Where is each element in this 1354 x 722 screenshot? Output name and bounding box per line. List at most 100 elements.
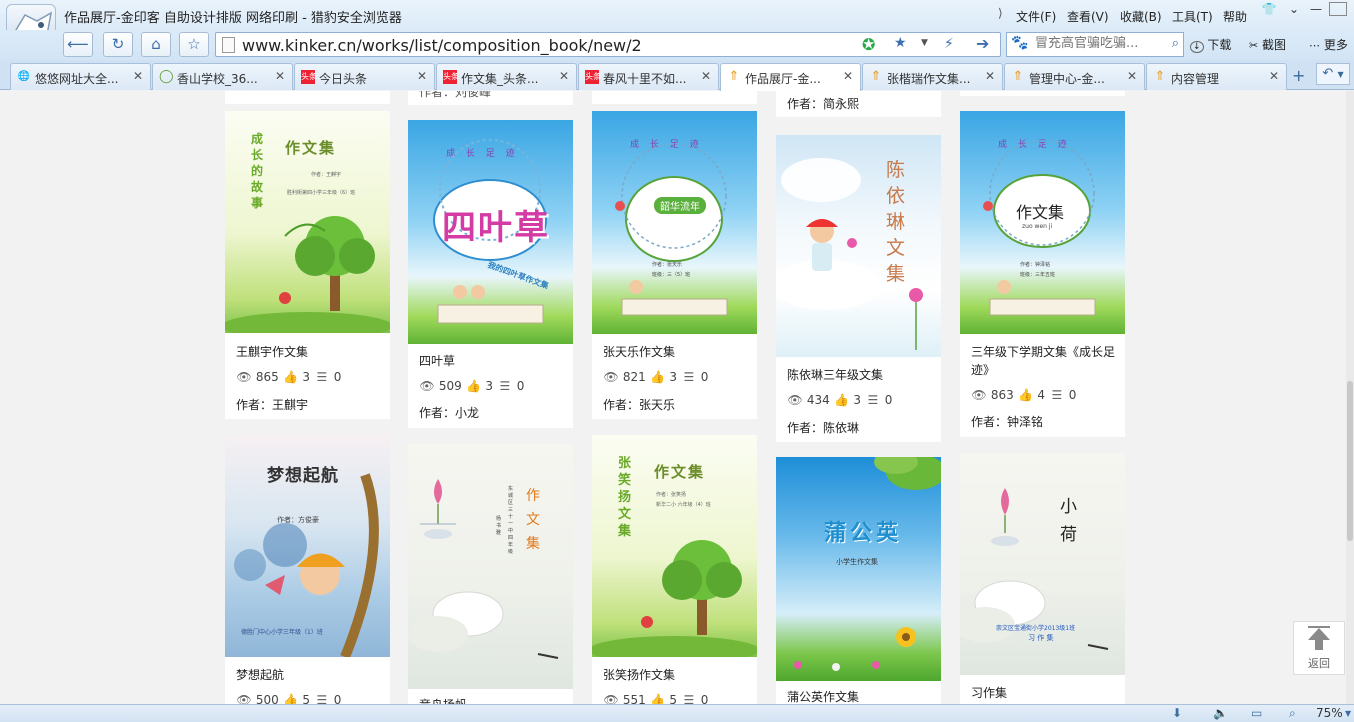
- address-bar[interactable]: www.kinker.cn/works/list/composition_boo…: [215, 32, 1001, 57]
- zoom-dropdown-icon[interactable]: ▼: [1345, 709, 1351, 718]
- work-title[interactable]: 梦想起航: [236, 666, 381, 684]
- new-tab-button[interactable]: +: [1292, 66, 1305, 85]
- close-icon[interactable]: ✕: [843, 69, 853, 83]
- work-title[interactable]: 张天乐作文集: [603, 343, 748, 361]
- dropdown-arrow-icon[interactable]: ▼: [921, 38, 928, 48]
- tab-3[interactable]: 头条 今日头条 ✕: [294, 63, 435, 90]
- scrollbar-thumb[interactable]: [1347, 381, 1353, 541]
- menu-tools[interactable]: 工具(T): [1172, 8, 1213, 25]
- download-button[interactable]: ↓ 下载: [1190, 36, 1231, 53]
- work-title[interactable]: 蒲公英作文集: [787, 688, 932, 704]
- comment-icon[interactable]: ☰: [497, 379, 513, 393]
- work-title[interactable]: 三年级下学期文集《成长足迹》: [971, 343, 1116, 379]
- menu-file[interactable]: 文件(F): [1016, 8, 1056, 25]
- close-icon[interactable]: ✕: [1127, 69, 1137, 83]
- work-card[interactable]: 成 长 足 迹 作文集 zuo wen ji 作者：钟泽铭 班级：三年五班 三年…: [960, 111, 1125, 437]
- menu-favorites[interactable]: 收藏(B): [1120, 8, 1162, 25]
- close-icon[interactable]: ✕: [275, 69, 285, 83]
- work-cover-image[interactable]: 成 长 足 迹 作文集 zuo wen ji 作者：钟泽铭 班级：三年五班: [960, 111, 1125, 334]
- work-card[interactable]: 作文集 张笑扬文集 作者：张笑扬 新华二小 六年级（4）班 张笑扬作文集 👁 5…: [592, 435, 757, 704]
- menu-expand-icon[interactable]: ⟩: [998, 6, 1003, 20]
- tab-6-active[interactable]: ⇑ 作品展厅-金... ✕: [720, 63, 861, 91]
- work-card[interactable]: 小荷 崇文区宝通街小学2013级1班 习 作 集 习作集: [960, 453, 1125, 704]
- work-title[interactable]: 竞舟扬帆: [419, 696, 564, 704]
- undo-close-tab-button[interactable]: ↶ ▼: [1316, 63, 1350, 85]
- volume-icon[interactable]: 🔈: [1213, 706, 1228, 720]
- search-icon[interactable]: ⌕: [1172, 36, 1179, 51]
- tab-1[interactable]: 🌐 悠悠网址大全... ✕: [10, 63, 151, 90]
- close-icon[interactable]: ✕: [417, 69, 427, 83]
- thumbs-up-icon[interactable]: 👍: [834, 393, 850, 407]
- work-cover-image[interactable]: 作文集 张笑扬文集 作者：张笑扬 新华二小 六年级（4）班: [592, 435, 757, 657]
- menu-help[interactable]: 帮助: [1223, 8, 1247, 25]
- go-arrow-icon[interactable]: ➔: [976, 34, 989, 53]
- tab-8[interactable]: ⇑ 管理中心-金... ✕: [1004, 63, 1145, 90]
- thumbs-up-icon[interactable]: 👍: [1018, 388, 1034, 402]
- thumbs-up-icon[interactable]: 👍: [650, 370, 666, 384]
- minimize-icon[interactable]: —: [1305, 1, 1327, 17]
- search-input[interactable]: [1035, 36, 1160, 51]
- comment-icon[interactable]: ☰: [314, 370, 330, 384]
- comment-icon[interactable]: ☰: [314, 693, 330, 704]
- search-box[interactable]: 🐾 ⌕: [1006, 32, 1184, 57]
- work-card[interactable]: 作文集 东城区三十一中四年级 杨书雅 竞舟扬帆: [408, 444, 573, 704]
- work-title[interactable]: 四叶草: [419, 352, 564, 370]
- work-cover-image[interactable]: 梦想起航 作者：方俊豪 德胜门中心小学三年级（1）班: [225, 435, 390, 657]
- back-button[interactable]: ⟵: [63, 32, 93, 57]
- comment-icon[interactable]: ☰: [681, 693, 697, 704]
- work-card[interactable]: 成 长 足 迹 四叶草 我的四叶草作文集 四叶草 👁 509 👍 3 ☰ 0 作…: [408, 120, 573, 428]
- thumbs-up-icon[interactable]: 👍: [283, 370, 299, 384]
- favorite-button[interactable]: ☆: [179, 32, 209, 57]
- zoom-level[interactable]: 75%: [1316, 706, 1343, 720]
- close-icon[interactable]: ✕: [701, 69, 711, 83]
- work-cover-image[interactable]: 小荷 崇文区宝通街小学2013级1班 习 作 集: [960, 453, 1125, 675]
- thumbs-up-icon[interactable]: 👍: [283, 693, 299, 704]
- zoom-icon[interactable]: ⌕: [1289, 706, 1296, 721]
- tab-9[interactable]: ⇑ 内容管理 ✕: [1146, 63, 1287, 90]
- refresh-button[interactable]: ↻: [103, 32, 133, 57]
- work-cover-image[interactable]: 作文集 成长的故事 作者：王麒宇 胜利街第四小学三年级（6）班: [225, 111, 390, 333]
- lightning-icon[interactable]: ⚡: [944, 36, 954, 52]
- work-card[interactable]: 作文集 成长的故事 作者：王麒宇 胜利街第四小学三年级（6）班 王麒宇作文集 👁…: [225, 111, 390, 419]
- skin-icon[interactable]: 👕: [1258, 1, 1280, 17]
- work-card[interactable]: 蒲公英 小学生作文集 蒲公英作文集: [776, 457, 941, 704]
- star-icon[interactable]: ★: [894, 35, 907, 51]
- security-shield-icon[interactable]: ✪: [862, 35, 875, 54]
- download-arrow-icon[interactable]: ⬇: [1172, 706, 1182, 720]
- work-title[interactable]: 陈依琳三年级文集: [787, 366, 932, 384]
- work-title[interactable]: 张笑扬作文集: [603, 666, 748, 684]
- maximize-icon[interactable]: [1329, 2, 1347, 16]
- work-cover-image[interactable]: 成 长 足 迹 四叶草 我的四叶草作文集: [408, 120, 573, 344]
- work-card[interactable]: 成 长 足 迹 韶华流年 作者：张天乐 班级：三（5）班 张天乐作文集 👁 82…: [592, 111, 757, 419]
- menu-view[interactable]: 查看(V): [1067, 8, 1109, 25]
- close-icon[interactable]: ✕: [559, 69, 569, 83]
- work-card[interactable]: 陈依琳文集 陈依琳三年级文集 👁 434 👍 3 ☰ 0 作者：陈依琳: [776, 135, 941, 442]
- work-title[interactable]: 习作集: [971, 684, 1116, 702]
- page-scrollbar[interactable]: [1346, 91, 1354, 704]
- work-card[interactable]: 梦想起航 作者：方俊豪 德胜门中心小学三年级（1）班 梦想起航 👁 500 👍 …: [225, 435, 390, 704]
- search-engine-icon[interactable]: 🐾: [1011, 35, 1028, 51]
- work-cover-image[interactable]: 蒲公英 小学生作文集: [776, 457, 941, 681]
- close-icon[interactable]: ✕: [985, 69, 995, 83]
- comment-icon[interactable]: ☰: [681, 370, 697, 384]
- comment-icon[interactable]: ☰: [865, 393, 881, 407]
- work-cover-image[interactable]: 陈依琳文集: [776, 135, 941, 357]
- tab-7[interactable]: ⇑ 张楷瑞作文集... ✕: [862, 63, 1003, 90]
- more-button[interactable]: ⋯ 更多: [1309, 36, 1348, 53]
- comment-icon[interactable]: ☰: [1049, 388, 1065, 402]
- window-icon[interactable]: ▭: [1251, 706, 1262, 720]
- thumbs-up-icon[interactable]: 👍: [650, 693, 666, 704]
- tab-4[interactable]: 头条 作文集_头条... ✕: [436, 63, 577, 90]
- close-icon[interactable]: ✕: [1269, 69, 1279, 83]
- work-cover-image[interactable]: 作文集 东城区三十一中四年级 杨书雅: [408, 444, 573, 689]
- home-button[interactable]: ⌂: [141, 32, 171, 57]
- thumbs-up-icon[interactable]: 👍: [466, 379, 482, 393]
- back-to-top-button[interactable]: 返回: [1293, 621, 1345, 675]
- close-icon[interactable]: ✕: [133, 69, 143, 83]
- screenshot-button[interactable]: ✂ 截图: [1249, 36, 1286, 53]
- tab-2[interactable]: ◯ 香山学校_36... ✕: [152, 63, 293, 90]
- restore-down-icon[interactable]: ⌄: [1283, 1, 1305, 17]
- tab-5[interactable]: 头条 春风十里不如... ✕: [578, 63, 719, 90]
- url-text[interactable]: www.kinker.cn/works/list/composition_boo…: [242, 36, 642, 55]
- work-cover-image[interactable]: 成 长 足 迹 韶华流年 作者：张天乐 班级：三（5）班: [592, 111, 757, 334]
